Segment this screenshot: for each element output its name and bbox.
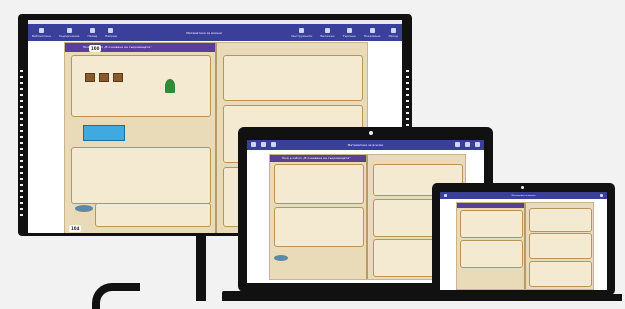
- task-box: [460, 210, 523, 238]
- page-header-banner: Tova e ostrov „В очакване на съкровищата…: [65, 43, 215, 52]
- view-icon: [369, 27, 375, 33]
- app-toolbar: Библиотека Съдържание Назад Напред Матем…: [28, 24, 402, 41]
- toolbar-button[interactable]: [475, 142, 480, 148]
- camera-icon: [521, 186, 524, 189]
- task-box: [95, 203, 211, 227]
- tools-icon: [299, 27, 305, 33]
- task-box: [71, 147, 211, 204]
- task-box: [274, 164, 364, 204]
- exit-icon: [600, 193, 603, 197]
- left-page[interactable]: Tova e ostrov „В очакване на съкровищата…: [65, 43, 215, 233]
- book-spine: [366, 155, 368, 279]
- app-toolbar: Математика за всички: [247, 140, 484, 150]
- task-box: [529, 208, 592, 232]
- contents-button[interactable]: Съдържание: [59, 27, 79, 38]
- page-number: 100: [89, 45, 102, 52]
- back-button[interactable]: Назад: [87, 27, 97, 38]
- library-button[interactable]: Библиотека: [32, 27, 51, 38]
- chest-icon: [113, 73, 123, 82]
- toolbar-button[interactable]: [251, 142, 256, 148]
- toolbar-button[interactable]: [271, 142, 276, 148]
- task-box: [529, 233, 592, 259]
- palm-icon: [165, 79, 175, 93]
- app-title: Математика за всички: [186, 30, 222, 35]
- left-page[interactable]: Tova e ostrov „В очакване на съкровищата…: [270, 155, 366, 279]
- page-header-banner: [457, 203, 524, 208]
- library-icon: [38, 27, 44, 33]
- toolbar-button[interactable]: [465, 142, 470, 148]
- app-title: Математика за всички: [347, 143, 384, 147]
- textbook-spread: [456, 202, 594, 290]
- search-button[interactable]: Търсене: [343, 27, 356, 38]
- pool-picture: [83, 125, 125, 141]
- forward-button[interactable]: Напред: [105, 27, 117, 38]
- board-stand: [196, 236, 206, 301]
- toolbar-button[interactable]: [600, 193, 603, 198]
- small-laptop-screen: Математика за всички: [440, 192, 607, 290]
- app-title: Математика за всички: [511, 194, 536, 197]
- chest-icon: [85, 73, 95, 82]
- task-box: [71, 55, 211, 117]
- exit-button[interactable]: Изход: [388, 27, 398, 38]
- search-icon: [465, 142, 470, 147]
- exit-icon: [475, 142, 480, 147]
- dolphin-picture: [274, 255, 288, 261]
- task-box: [223, 55, 363, 101]
- left-tool-rail[interactable]: [20, 70, 23, 220]
- board-stand-base: [92, 283, 140, 309]
- task-box: [460, 240, 523, 268]
- small-laptop-base: [426, 294, 622, 301]
- toolbar-button[interactable]: [261, 142, 266, 148]
- back-icon: [271, 142, 276, 147]
- chest-icon: [99, 73, 109, 82]
- library-icon: [444, 193, 447, 197]
- left-page[interactable]: [457, 203, 524, 289]
- back-icon: [89, 27, 95, 33]
- page-header-banner: Tova e ostrov „В очакване на съкровищата…: [270, 155, 366, 162]
- app-toolbar: Математика за всички: [440, 192, 607, 199]
- tools-icon: [455, 142, 460, 147]
- task-box: [529, 261, 592, 287]
- tools-button[interactable]: Инструменти: [291, 27, 312, 38]
- toolbar-button[interactable]: [455, 142, 460, 148]
- contents-icon: [261, 142, 266, 147]
- exit-icon: [390, 27, 396, 33]
- notes-button[interactable]: Бележки: [320, 27, 335, 38]
- dolphin-picture: [75, 205, 93, 212]
- right-tool-rail[interactable]: [406, 70, 409, 130]
- camera-icon: [369, 131, 373, 135]
- view-button[interactable]: Показване: [364, 27, 380, 38]
- page-number: 104: [69, 225, 82, 232]
- search-icon: [346, 27, 352, 33]
- right-page[interactable]: [526, 203, 593, 289]
- notes-icon: [324, 27, 330, 33]
- forward-icon: [108, 27, 114, 33]
- toolbar-button[interactable]: [444, 193, 447, 198]
- task-box: [274, 207, 364, 247]
- contents-icon: [66, 27, 72, 33]
- library-icon: [251, 142, 256, 147]
